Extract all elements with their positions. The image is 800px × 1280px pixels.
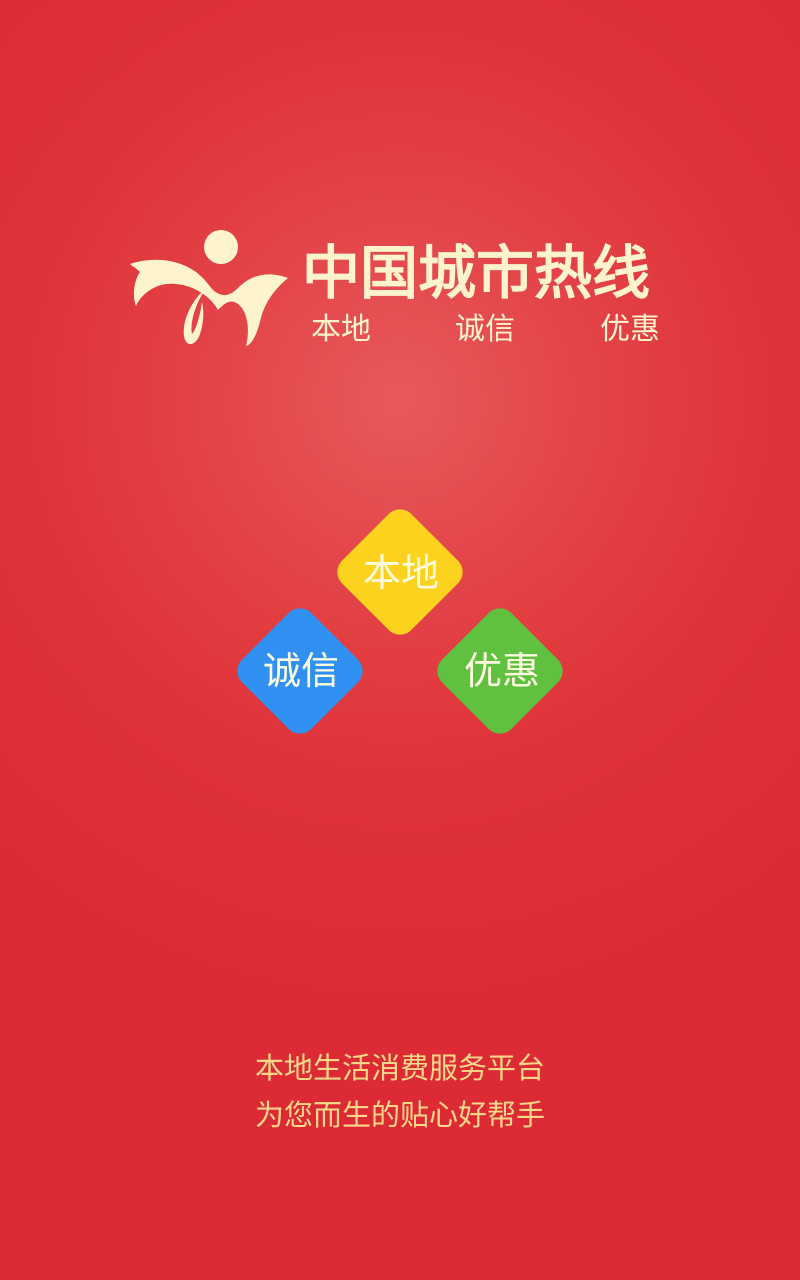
diamond-local-label: 本地 [362, 551, 439, 595]
diamond-tiles [237, 509, 563, 734]
diamond-credit-label: 诚信 [262, 649, 339, 693]
splash-screen: 中国城市热线 本地 诚信 优惠 本地 诚信 优惠 本地生活消费服务平台 为您而生… [0, 0, 800, 1280]
tagline-credit: 诚信 [455, 312, 515, 347]
slogan-line-1: 本地生活消费服务平台 [254, 1051, 545, 1085]
tagline-local: 本地 [311, 312, 371, 347]
diamond-discount-label: 优惠 [463, 649, 540, 693]
tagline-discount: 优惠 [600, 312, 660, 347]
ribbon-figure-logo-icon [130, 230, 288, 346]
slogan-line-2: 为您而生的贴心好帮手 [254, 1098, 545, 1132]
app-title: 中国城市热线 [302, 239, 651, 307]
